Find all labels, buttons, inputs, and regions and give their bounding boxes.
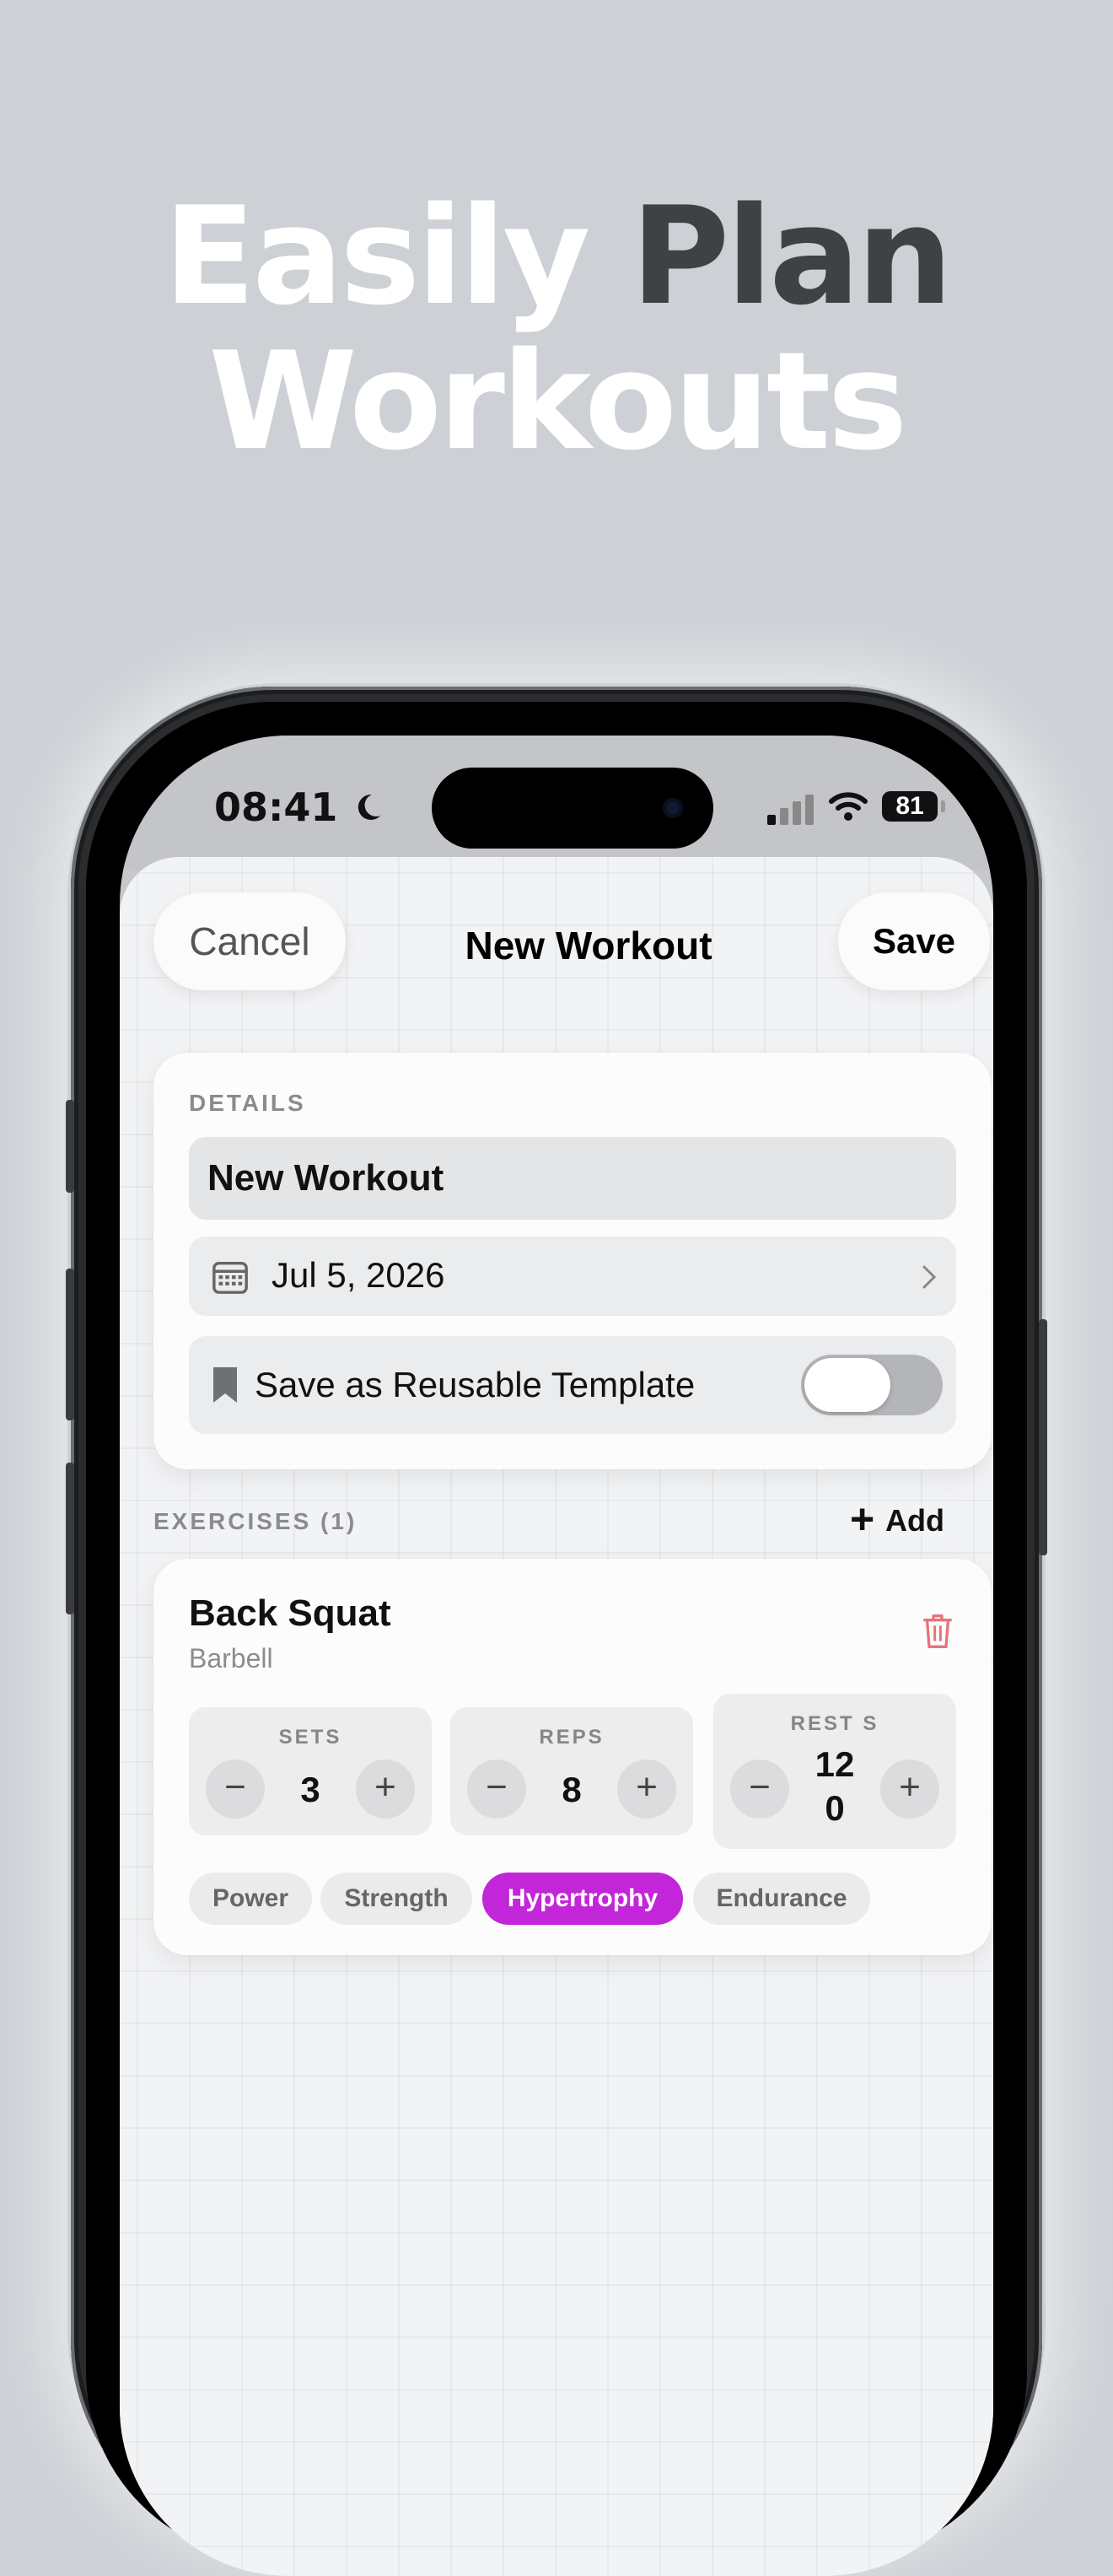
details-card: DETAILS New Workout Jul 5, 2026 Save as … [153,1053,992,1469]
rest-value-line2: 0 [825,1788,845,1828]
reps-increment-button[interactable]: + [617,1760,676,1819]
chevron-right-icon [922,1265,937,1289]
power-button [1039,1319,1047,1555]
trash-icon[interactable] [921,1613,954,1650]
dynamic-island [432,768,713,849]
sets-decrement-button[interactable]: − [206,1760,265,1819]
volume-down-button [66,1463,74,1614]
date-picker-row[interactable]: Jul 5, 2026 [189,1237,956,1316]
phone-screen: 08:41 81 Cancel New Workout Save DETAILS… [120,736,993,2576]
template-label: Save as Reusable Template [255,1365,696,1404]
status-bar: 08:41 81 [120,736,993,870]
exercise-equipment: Barbell [189,1643,273,1673]
exercise-card: Back Squat Barbell SETS − 3 + REPS − 8 +… [153,1559,992,1955]
sets-label: SETS [278,1726,342,1749]
sets-stepper: SETS − 3 + [189,1707,432,1835]
new-workout-sheet: Cancel New Workout Save DETAILS New Work… [120,857,993,2576]
volume-up-button [66,1269,74,1420]
phone-frame: 08:41 81 Cancel New Workout Save DETAILS… [66,687,1047,2576]
date-value: Jul 5, 2026 [272,1255,445,1295]
reps-label: REPS [539,1726,605,1749]
calendar-icon [212,1261,248,1294]
template-row: Save as Reusable Template [189,1336,956,1434]
plus-icon[interactable]: + [850,1498,874,1540]
action-button [66,1100,74,1193]
cellular-signal-icon [767,795,814,825]
add-exercise-button[interactable]: Add [885,1503,944,1539]
battery-indicator: 81 [882,791,938,822]
goal-chip-hypertrophy[interactable]: Hypertrophy [482,1873,683,1925]
save-button[interactable]: Save [838,892,990,990]
rest-increment-button[interactable]: + [880,1760,939,1819]
bookmark-icon [213,1367,237,1403]
cancel-button[interactable]: Cancel [153,892,346,990]
reps-stepper: REPS − 8 + [450,1707,693,1835]
workout-name-value: New Workout [207,1157,444,1199]
battery-tip [941,800,945,812]
exercises-section-label: EXERCISES (1) [153,1508,358,1534]
phone-bezel: 08:41 81 Cancel New Workout Save DETAILS… [86,702,1027,2576]
goal-chip-endurance[interactable]: Endurance [693,1873,870,1925]
front-camera [663,798,683,818]
moon-icon [358,794,381,820]
sets-increment-button[interactable]: + [356,1760,415,1819]
rest-label: REST S [790,1712,879,1735]
toggle-knob [804,1358,890,1412]
rest-decrement-button[interactable]: − [730,1760,789,1819]
page-title: New Workout [465,924,712,967]
reps-decrement-button[interactable]: − [467,1760,526,1819]
headline-word-easily: Easily [163,177,590,335]
reps-value: 8 [562,1770,582,1809]
rest-value-line1: 12 [815,1744,855,1784]
exercise-name: Back Squat [189,1592,391,1634]
status-time: 08:41 [214,784,384,830]
headline-word-plan: Plan [631,177,953,335]
headline: Easily Plan Workouts [0,184,1113,474]
rest-stepper: REST S − 12 0 + [713,1694,956,1849]
goal-chip-power[interactable]: Power [189,1873,312,1925]
details-section-label: DETAILS [189,1090,306,1116]
wifi-icon [829,792,868,821]
headline-word-workouts: Workouts [208,322,907,480]
template-toggle[interactable] [801,1355,943,1415]
workout-name-field[interactable]: New Workout [189,1137,956,1220]
sets-value: 3 [300,1770,320,1809]
rest-value: 12 0 [789,1743,880,1830]
goal-chip-strength[interactable]: Strength [320,1873,472,1925]
